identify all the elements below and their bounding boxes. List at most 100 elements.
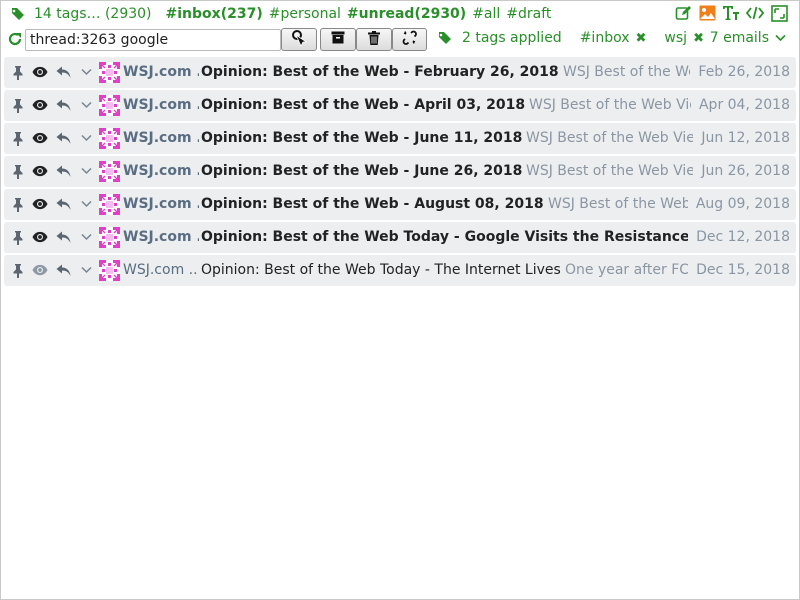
pin-icon[interactable] <box>10 196 26 212</box>
email-snippet: WSJ Best of the Web View this em <box>548 196 688 212</box>
tag-bar: 14 tags… (2930) #inbox(237) #personal #u… <box>0 0 798 27</box>
avatar-icon <box>99 227 120 248</box>
eye-icon[interactable] <box>32 196 48 212</box>
email-sender: WSJ.com ... <box>123 97 199 113</box>
email-snippet: WSJ Best of the Web View this e <box>563 64 690 80</box>
eye-icon[interactable] <box>32 97 48 113</box>
tag-personal[interactable]: #personal <box>269 6 341 22</box>
email-subject: Opinion: Best of the Web - June 11, 2018 <box>201 130 523 146</box>
code-icon[interactable] <box>746 4 764 22</box>
search-button[interactable] <box>281 28 317 51</box>
email-row[interactable]: WSJ.com ... Opinion: Best of the Web - J… <box>4 123 796 154</box>
email-row[interactable]: WSJ.com ... Opinion: Best of the Web - A… <box>4 90 796 121</box>
chevron-down-icon[interactable] <box>78 130 94 146</box>
email-row[interactable]: WSJ.com ... Opinion: Best of the Web - J… <box>4 156 796 187</box>
email-date: Dec 12, 2018 <box>688 229 790 245</box>
pin-icon[interactable] <box>10 262 26 278</box>
email-date: Jun 12, 2018 <box>693 130 790 146</box>
email-row[interactable]: WSJ.com ... Opinion: Best of the Web Tod… <box>4 255 796 286</box>
avatar-icon <box>99 128 120 149</box>
pin-icon[interactable] <box>10 97 26 113</box>
tags-icon <box>10 6 26 22</box>
refresh-icon[interactable] <box>7 31 23 47</box>
compose-tools <box>674 4 788 22</box>
chevron-down-icon[interactable] <box>78 229 94 245</box>
chevron-down-icon[interactable] <box>78 97 94 113</box>
pin-icon[interactable] <box>10 130 26 146</box>
reply-icon[interactable] <box>56 97 72 113</box>
email-row[interactable]: WSJ.com ... Opinion: Best of the Web - F… <box>4 57 796 88</box>
reply-icon[interactable] <box>56 64 72 80</box>
unlink-button[interactable] <box>392 28 427 51</box>
tags-summary[interactable]: 14 tags… (2930) <box>34 6 152 22</box>
eye-icon[interactable] <box>32 64 48 80</box>
avatar-icon <box>99 260 120 281</box>
reply-icon[interactable] <box>56 163 72 179</box>
email-sender: WSJ.com ... <box>123 64 199 80</box>
email-subject: Opinion: Best of the Web Today - Google … <box>201 229 754 245</box>
tag-unread[interactable]: #unread(2930) <box>347 6 466 22</box>
emails-count-dropdown[interactable]: 7 emails <box>710 30 786 46</box>
avatar-icon <box>99 194 120 215</box>
pin-icon[interactable] <box>10 64 26 80</box>
text-format-icon[interactable] <box>722 4 740 22</box>
pin-icon[interactable] <box>10 163 26 179</box>
expand-icon[interactable] <box>770 4 788 22</box>
eye-icon[interactable] <box>32 262 48 278</box>
reply-icon[interactable] <box>56 196 72 212</box>
email-date: Apr 04, 2018 <box>690 97 790 113</box>
archive-icon <box>331 31 345 48</box>
archive-button[interactable] <box>320 28 356 51</box>
email-sender: WSJ.com ... <box>123 130 199 146</box>
search-input[interactable] <box>25 29 281 51</box>
search-toolbar: 2 tags applied #inbox ✖ wsj ✖ 7 emails <box>0 27 798 53</box>
email-subject: Opinion: Best of the Web Today - The Int… <box>201 262 561 278</box>
pin-icon[interactable] <box>10 229 26 245</box>
chevron-down-icon[interactable] <box>78 262 94 278</box>
email-snippet: WSJ Best of the Web View this email <box>526 130 693 146</box>
applied-tags: 2 tags applied #inbox ✖ wsj ✖ <box>437 30 704 46</box>
email-sender: WSJ.com ... <box>123 262 199 278</box>
image-icon[interactable] <box>698 4 716 22</box>
email-row[interactable]: WSJ.com ... Opinion: Best of the Web Tod… <box>4 222 796 253</box>
email-subject: Opinion: Best of the Web - February 26, … <box>201 64 559 80</box>
tag-inbox[interactable]: #inbox(237) <box>166 6 263 22</box>
chip-label: #inbox <box>579 30 630 46</box>
reply-icon[interactable] <box>56 229 72 245</box>
remove-tag-icon[interactable]: ✖ <box>693 31 704 46</box>
email-snippet: WSJ Best of the Web View this email <box>529 97 691 113</box>
chip-label: wsj <box>664 30 688 46</box>
remove-tag-icon[interactable]: ✖ <box>636 31 647 46</box>
reply-icon[interactable] <box>56 130 72 146</box>
chevron-down-icon[interactable] <box>78 64 94 80</box>
email-subject: Opinion: Best of the Web - June 26, 2018 <box>201 163 523 179</box>
email-date: Feb 26, 2018 <box>690 64 790 80</box>
edit-icon[interactable] <box>674 4 692 22</box>
email-date: Jun 26, 2018 <box>693 163 790 179</box>
tag-all[interactable]: #all <box>472 6 500 22</box>
email-sender: WSJ.com ... <box>123 229 199 245</box>
avatar-icon <box>99 62 120 83</box>
email-sender: WSJ.com ... <box>123 196 199 212</box>
tags-applied-label: 2 tags applied <box>462 30 562 46</box>
chevron-down-icon[interactable] <box>78 196 94 212</box>
search-icon <box>291 29 308 51</box>
email-date: Aug 09, 2018 <box>687 196 790 212</box>
tags-applied-icon <box>437 30 453 46</box>
email-row[interactable]: WSJ.com ... Opinion: Best of the Web - A… <box>4 189 796 220</box>
chevron-down-icon[interactable] <box>78 163 94 179</box>
eye-icon[interactable] <box>32 229 48 245</box>
email-snippet: One year after FCC Chairm <box>565 262 688 278</box>
email-subject: Opinion: Best of the Web - April 03, 201… <box>201 97 526 113</box>
unlink-icon <box>402 30 418 50</box>
reply-icon[interactable] <box>56 262 72 278</box>
email-sender: WSJ.com ... <box>123 163 199 179</box>
chevron-down-icon <box>775 30 786 46</box>
trash-icon <box>368 30 380 49</box>
eye-icon[interactable] <box>32 163 48 179</box>
eye-icon[interactable] <box>32 130 48 146</box>
delete-button[interactable] <box>356 28 392 51</box>
avatar-icon <box>99 161 120 182</box>
tag-draft[interactable]: #draft <box>506 6 551 22</box>
email-date: Dec 15, 2018 <box>688 262 790 278</box>
